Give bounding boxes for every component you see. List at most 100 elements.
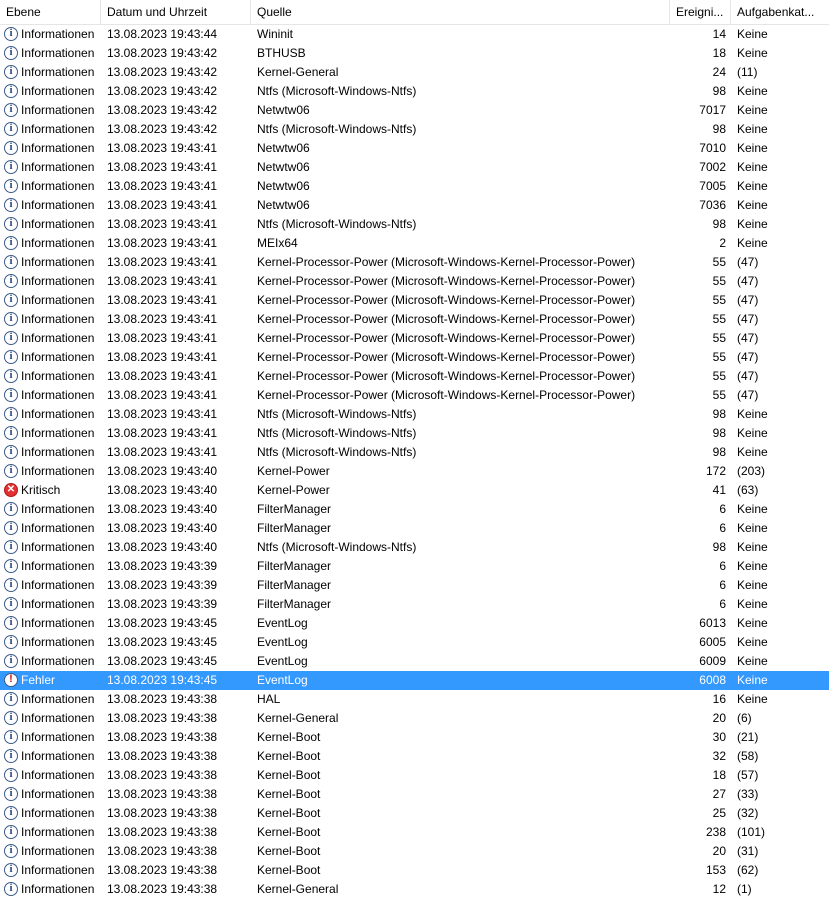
column-header-source[interactable]: Quelle <box>251 0 670 24</box>
event-id: 153 <box>705 863 726 877</box>
event-row[interactable]: i Informationen 13.08.2023 19:43:41 Netwtw0… <box>0 139 829 158</box>
event-row[interactable]: i Informationen 13.08.2023 19:43:40 FilterM… <box>0 500 829 519</box>
information-icon: i <box>4 596 18 611</box>
event-task-category: (62) <box>737 863 759 877</box>
information-icon: i <box>4 634 18 649</box>
column-header-level[interactable]: Ebene <box>0 0 101 24</box>
event-datetime: 13.08.2023 19:43:41 <box>107 217 218 231</box>
event-source: EventLog <box>257 616 308 630</box>
event-row[interactable]: i Informationen 13.08.2023 19:43:41 Kernel-… <box>0 310 829 329</box>
event-row[interactable]: i Informationen 13.08.2023 19:43:38 HAL 16 Ke… <box>0 690 829 709</box>
event-row[interactable]: i Informationen 13.08.2023 19:43:41 Ntfs (M… <box>0 424 829 443</box>
event-row[interactable]: i Informationen 13.08.2023 19:43:38 Kernel-… <box>0 880 829 899</box>
event-row[interactable]: i Informationen 13.08.2023 19:43:41 Kernel-… <box>0 253 829 272</box>
information-icon: i <box>4 273 18 288</box>
event-datetime: 13.08.2023 19:43:38 <box>107 768 218 782</box>
column-header-task-category[interactable]: Aufgabenkat... <box>731 0 829 24</box>
event-level-cell: i Informationen <box>4 348 100 367</box>
event-datetime: 13.08.2023 19:43:40 <box>107 464 218 478</box>
event-row[interactable]: i Informationen 13.08.2023 19:43:41 Ntfs (M… <box>0 405 829 424</box>
event-row[interactable]: i Informationen 13.08.2023 19:43:41 MEIx64 2… <box>0 234 829 253</box>
event-row[interactable]: i Informationen 13.08.2023 19:43:45 EventLo… <box>0 633 829 652</box>
event-row[interactable]: i Informationen 13.08.2023 19:43:41 Netwtw0… <box>0 158 829 177</box>
event-id: 98 <box>712 122 726 136</box>
event-row[interactable]: i Informationen 13.08.2023 19:43:41 Ntfs (M… <box>0 443 829 462</box>
event-row[interactable]: i Informationen 13.08.2023 19:43:38 Kernel-… <box>0 747 829 766</box>
event-row[interactable]: i Informationen 13.08.2023 19:43:42 Kernel-… <box>0 63 829 82</box>
event-level-label: Informationen <box>21 692 95 706</box>
event-id: 6 <box>719 521 726 535</box>
event-id: 7002 <box>699 160 726 174</box>
event-row[interactable]: i Informationen 13.08.2023 19:43:44 Wininit… <box>0 25 829 44</box>
event-source: Kernel-Boot <box>257 806 321 820</box>
event-row[interactable]: i Informationen 13.08.2023 19:43:41 Kernel-… <box>0 329 829 348</box>
event-source: Kernel-General <box>257 65 339 79</box>
event-source: Ntfs (Microsoft-Windows-Ntfs) <box>257 407 417 421</box>
event-row[interactable]: i Informationen 13.08.2023 19:43:38 Kernel-… <box>0 823 829 842</box>
event-row[interactable]: i Informationen 13.08.2023 19:43:41 Ntfs (M… <box>0 215 829 234</box>
event-row[interactable]: i Informationen 13.08.2023 19:43:39 FilterM… <box>0 595 829 614</box>
event-task-category: (101) <box>737 825 766 839</box>
event-task-category: Keine <box>737 407 768 421</box>
event-level-cell: i Informationen <box>4 747 100 766</box>
event-row[interactable]: i Informationen 13.08.2023 19:43:42 Ntfs (M… <box>0 120 829 139</box>
event-level-cell: i Informationen <box>4 177 100 196</box>
event-row[interactable]: i Informationen 13.08.2023 19:43:38 Kernel-… <box>0 842 829 861</box>
event-task-category: Keine <box>737 559 768 573</box>
event-row[interactable]: i Informationen 13.08.2023 19:43:39 FilterM… <box>0 557 829 576</box>
event-row[interactable]: i Informationen 13.08.2023 19:43:38 Kernel-… <box>0 785 829 804</box>
event-row[interactable]: i Informationen 13.08.2023 19:43:42 BTHUSB 1… <box>0 44 829 63</box>
event-row[interactable]: i Informationen 13.08.2023 19:43:41 Netwtw0… <box>0 196 829 215</box>
event-row[interactable]: i Informationen 13.08.2023 19:43:41 Netwtw0… <box>0 177 829 196</box>
event-row[interactable]: i Informationen 13.08.2023 19:43:41 Kernel-… <box>0 367 829 386</box>
event-id: 55 <box>712 293 726 307</box>
event-row[interactable]: i Informationen 13.08.2023 19:43:38 Kernel-… <box>0 728 829 747</box>
information-icon: i <box>4 539 18 554</box>
event-id: 7005 <box>699 179 726 193</box>
event-task-category: Keine <box>737 597 768 611</box>
event-level-cell: i Informationen <box>4 842 100 861</box>
event-row[interactable]: i Informationen 13.08.2023 19:43:41 Kernel-… <box>0 272 829 291</box>
event-row[interactable]: i Informationen 13.08.2023 19:43:41 Kernel-… <box>0 348 829 367</box>
event-task-category: (33) <box>737 787 759 801</box>
event-row[interactable]: i Informationen 13.08.2023 19:43:39 FilterM… <box>0 576 829 595</box>
event-row[interactable]: i Informationen 13.08.2023 19:43:40 Kernel-… <box>0 462 829 481</box>
event-level-cell: i Informationen <box>4 538 100 557</box>
column-header-event-id[interactable]: Ereigni... <box>670 0 731 24</box>
event-row[interactable]: i Informationen 13.08.2023 19:43:45 EventLo… <box>0 652 829 671</box>
information-icon: i <box>4 881 18 896</box>
event-task-category: (63) <box>737 483 759 497</box>
event-row[interactable]: i Informationen 13.08.2023 19:43:40 FilterM… <box>0 519 829 538</box>
event-task-category: (47) <box>737 331 759 345</box>
event-level-cell: i Informationen <box>4 386 100 405</box>
event-datetime: 13.08.2023 19:43:38 <box>107 749 218 763</box>
event-row[interactable]: i Informationen 13.08.2023 19:43:41 Kernel-… <box>0 291 829 310</box>
event-level-label: Informationen <box>21 407 95 421</box>
event-datetime: 13.08.2023 19:43:41 <box>107 312 218 326</box>
event-row[interactable]: ✕ Kritisch 13.08.2023 19:43:40 Kernel-Power… <box>0 481 829 500</box>
event-row[interactable]: ! Fehler 13.08.2023 19:43:45 EventLog 6008 Ke… <box>0 671 829 690</box>
event-row[interactable]: i Informationen 13.08.2023 19:43:38 Kernel-… <box>0 861 829 880</box>
event-datetime: 13.08.2023 19:43:39 <box>107 597 218 611</box>
information-icon: i <box>4 805 18 820</box>
information-icon: i <box>4 824 18 839</box>
event-row[interactable]: i Informationen 13.08.2023 19:43:41 Kernel-… <box>0 386 829 405</box>
event-datetime: 13.08.2023 19:43:39 <box>107 559 218 573</box>
column-header-datetime[interactable]: Datum und Uhrzeit <box>101 0 251 24</box>
event-row[interactable]: i Informationen 13.08.2023 19:43:38 Kernel-… <box>0 709 829 728</box>
event-level-cell: ✕ Kritisch <box>4 481 100 500</box>
information-icon: i <box>4 349 18 364</box>
event-level-label: Informationen <box>21 635 95 649</box>
event-row[interactable]: i Informationen 13.08.2023 19:43:38 Kernel-… <box>0 766 829 785</box>
event-task-category: Keine <box>737 46 768 60</box>
event-row[interactable]: i Informationen 13.08.2023 19:43:42 Ntfs (M… <box>0 82 829 101</box>
event-id: 18 <box>712 46 726 60</box>
event-datetime: 13.08.2023 19:43:38 <box>107 844 218 858</box>
event-source: Netwtw06 <box>257 198 310 212</box>
event-row[interactable]: i Informationen 13.08.2023 19:43:38 Kernel-… <box>0 804 829 823</box>
information-icon: i <box>4 121 18 136</box>
event-row[interactable]: i Informationen 13.08.2023 19:43:45 EventLo… <box>0 614 829 633</box>
event-row[interactable]: i Informationen 13.08.2023 19:43:42 Netwtw0… <box>0 101 829 120</box>
event-level-label: Informationen <box>21 578 95 592</box>
event-row[interactable]: i Informationen 13.08.2023 19:43:40 Ntfs (M… <box>0 538 829 557</box>
